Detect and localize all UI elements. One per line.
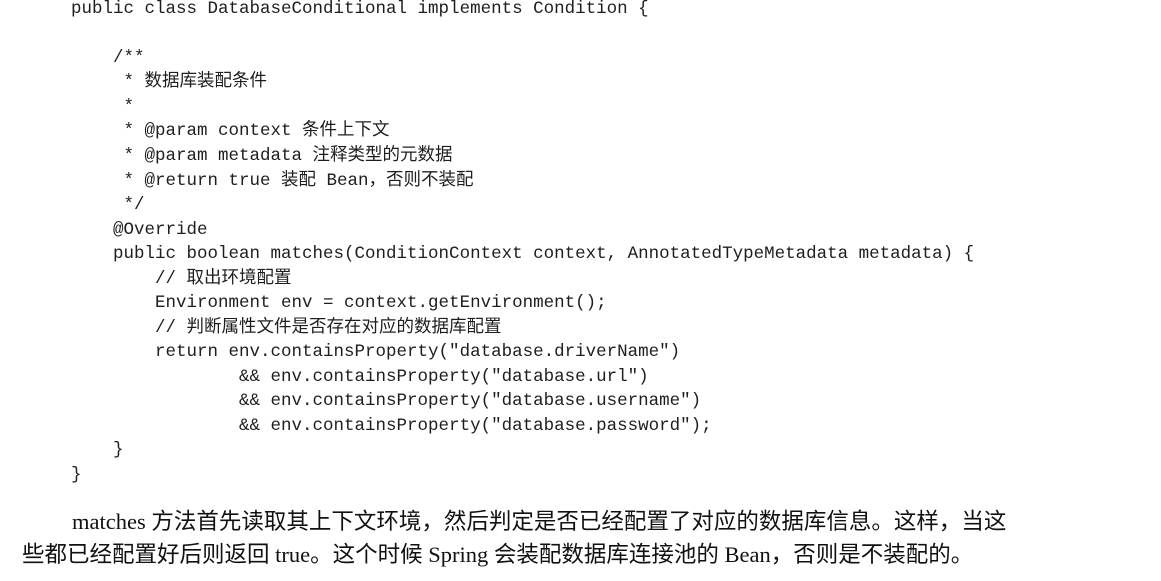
code-line: @Override <box>71 220 208 240</box>
code-line: } <box>71 440 124 460</box>
code-line: */ <box>71 195 145 215</box>
code-line: && env.containsProperty("database.userna… <box>71 391 702 411</box>
code-line: public class DatabaseConditional impleme… <box>71 0 649 19</box>
code-line: public boolean matches(ConditionContext … <box>71 244 975 264</box>
code-line: } <box>71 465 82 485</box>
code-line: && env.containsProperty("database.url") <box>71 367 649 387</box>
code-line: return env.containsProperty("database.dr… <box>71 342 681 362</box>
paragraph-line-2: 些都已经配置好后则返回 true。这个时候 Spring 会装配数据库连接池的 … <box>22 542 974 567</box>
paragraph-line-1: matches 方法首先读取其上下文环境，然后判定是否已经配置了对应的数据库信息… <box>72 509 1007 534</box>
code-line: && env.containsProperty("database.passwo… <box>71 416 712 436</box>
code-line: * @param metadata 注释类型的元数据 <box>71 146 453 166</box>
code-line: // 取出环境配置 <box>71 269 292 289</box>
code-line: * 数据库装配条件 <box>71 72 268 92</box>
code-line: * <box>71 97 135 117</box>
code-line: // 判断属性文件是否存在对应的数据库配置 <box>71 318 502 338</box>
code-line: Environment env = context.getEnvironment… <box>71 293 607 313</box>
code-line: * @return true 装配 Bean，否则不装配 <box>71 171 474 191</box>
code-line: * @param context 条件上下文 <box>71 121 390 141</box>
code-line: /** <box>71 48 145 68</box>
